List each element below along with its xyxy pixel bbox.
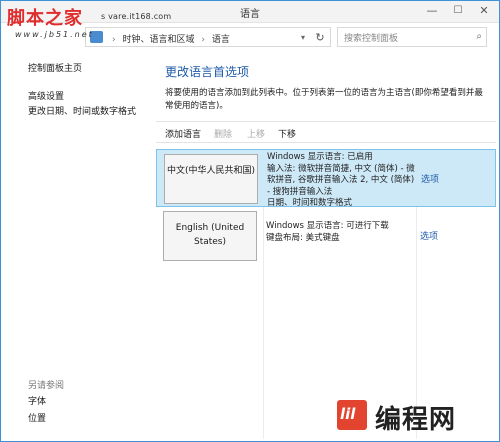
- language-row-chinese[interactable]: 中文(中华人民共和国) Windows 显示语言: 已启用 输入法: 微软拼音简…: [156, 149, 496, 208]
- maximize-button[interactable]: ☐: [447, 1, 469, 21]
- add-language-button[interactable]: 添加语言: [165, 127, 201, 140]
- control-panel-window: 语言 s vare.it168.com — ☐ ✕ › 时钟、语言和区域 › 语…: [0, 0, 500, 442]
- breadcrumb-separator: ›: [112, 35, 116, 45]
- breadcrumb-separator: ›: [201, 35, 205, 45]
- search-placeholder: 搜索控制面板: [344, 34, 399, 44]
- language-toolbar: 添加语言 删除 上移 下移: [156, 121, 496, 143]
- sidebar-item-advanced-settings[interactable]: 高级设置: [28, 89, 64, 102]
- breadcrumb-item-language[interactable]: 语言: [212, 35, 230, 45]
- remove-button[interactable]: 删除: [214, 127, 232, 140]
- refresh-icon[interactable]: ↻: [311, 28, 329, 48]
- logo-mark: lil: [337, 400, 367, 430]
- see-also-item-location[interactable]: 位置: [28, 411, 46, 424]
- move-down-button[interactable]: 下移: [278, 127, 296, 140]
- page-description: 将要使用的语言添加到此列表中。位于列表第一位的语言为主语言(即你希望看到并最常使…: [165, 88, 483, 111]
- sidebar-item-home[interactable]: 控制面板主页: [28, 61, 82, 74]
- breadcrumb: › 时钟、语言和区域 › 语言: [108, 32, 230, 45]
- language-tile[interactable]: 中文(中华人民共和国): [164, 154, 258, 204]
- move-up-button[interactable]: 上移: [247, 127, 265, 140]
- close-button[interactable]: ✕: [473, 1, 495, 21]
- see-also-item-fonts[interactable]: 字体: [28, 394, 46, 407]
- site-logo: lil 编程网: [337, 398, 493, 435]
- search-icon[interactable]: ⌕: [476, 31, 482, 42]
- language-info: Windows 显示语言: 可进行下载 键盘布局: 美式键盘: [266, 221, 389, 243]
- breadcrumb-item-clock-language-region[interactable]: 时钟、语言和区域: [122, 35, 194, 45]
- language-row-english[interactable]: English (United States) Windows 显示语言: 可进…: [156, 207, 496, 265]
- see-also-heading: 另请参阅: [28, 381, 65, 391]
- language-info: Windows 显示语言: 已启用 输入法: 微软拼音简捷, 中文 (简体) -…: [267, 152, 415, 208]
- language-options-link[interactable]: 选项: [421, 172, 439, 185]
- title-overlay-text: s vare.it168.com: [101, 12, 172, 21]
- watermark-logo-text: 脚本之家: [7, 8, 83, 29]
- sidebar-item-date-time-format[interactable]: 更改日期、时间或数字格式: [28, 104, 136, 117]
- search-input[interactable]: 搜索控制面板 ⌕: [337, 27, 487, 47]
- watermark-url: www.jb51.net: [15, 30, 94, 39]
- language-tile[interactable]: English (United States): [163, 211, 257, 261]
- chevron-down-icon[interactable]: ▾: [297, 28, 309, 48]
- minimize-button[interactable]: —: [421, 1, 443, 21]
- logo-text: 编程网: [375, 405, 457, 435]
- page-title: 更改语言首选项: [165, 65, 250, 79]
- language-options-link[interactable]: 选项: [420, 229, 438, 242]
- address-bar[interactable]: › 时钟、语言和区域 › 语言: [85, 27, 331, 47]
- logo-mark-text: lil: [340, 405, 356, 423]
